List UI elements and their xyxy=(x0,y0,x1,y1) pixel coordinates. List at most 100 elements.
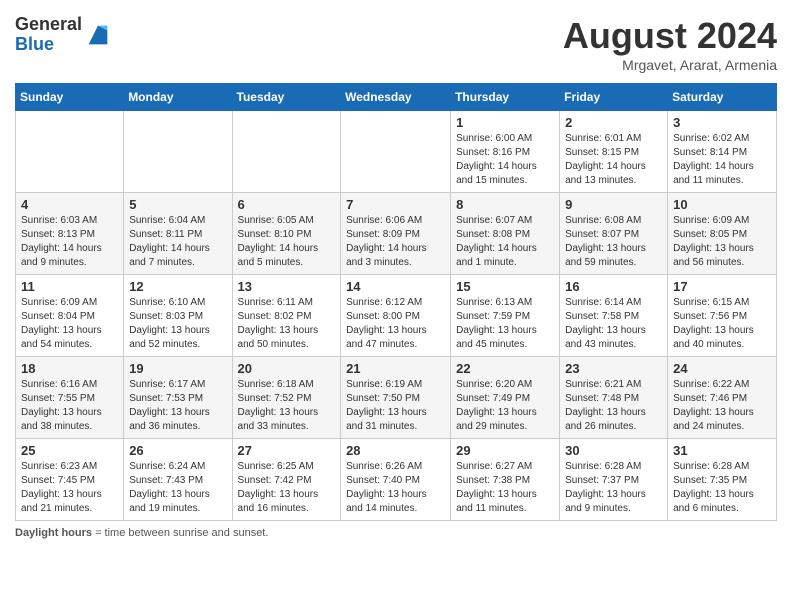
day-info: Sunrise: 6:06 AMSunset: 8:09 PMDaylight:… xyxy=(346,214,445,270)
calendar-week-row: 11Sunrise: 6:09 AMSunset: 8:04 PMDayligh… xyxy=(16,275,777,357)
calendar-cell: 5Sunrise: 6:04 AMSunset: 8:11 PMDaylight… xyxy=(124,193,232,275)
day-number: 15 xyxy=(456,279,554,294)
day-number: 13 xyxy=(238,279,336,294)
day-info: Sunrise: 6:27 AMSunset: 7:38 PMDaylight:… xyxy=(456,460,554,516)
calendar-cell: 18Sunrise: 6:16 AMSunset: 7:55 PMDayligh… xyxy=(16,357,124,439)
calendar-cell: 8 Sunrise: 6:07 AMSunset: 8:08 PMDaylight… xyxy=(451,193,560,275)
day-info: Sunrise: 6:24 AMSunset: 7:43 PMDaylight:… xyxy=(129,460,226,516)
calendar-cell xyxy=(341,111,451,193)
day-number: 21 xyxy=(346,361,445,376)
day-number: 6 xyxy=(238,197,336,212)
calendar-cell: 30 Sunrise: 6:28 AMSunset: 7:37 PMDayligh… xyxy=(560,439,668,521)
day-number: 14 xyxy=(346,279,445,294)
calendar-cell: 11Sunrise: 6:09 AMSunset: 8:04 PMDayligh… xyxy=(16,275,124,357)
day-number: 31 xyxy=(673,443,771,458)
day-info: Sunrise: 6:07 AMSunset: 8:08 PMDaylight:… xyxy=(456,214,554,270)
day-number: 8 xyxy=(456,197,554,212)
day-info: Sunrise: 6:17 AMSunset: 7:53 PMDaylight:… xyxy=(129,378,226,434)
calendar-cell: 21 Sunrise: 6:19 AMSunset: 7:50 PMDayligh… xyxy=(341,357,451,439)
day-number: 7 xyxy=(346,197,445,212)
day-info: Sunrise: 6:10 AMSunset: 8:03 PMDaylight:… xyxy=(129,296,226,352)
calendar-cell xyxy=(232,111,341,193)
calendar-cell: 14 Sunrise: 6:12 AMSunset: 8:00 PMDayligh… xyxy=(341,275,451,357)
logo-general: General xyxy=(15,14,82,34)
calendar-week-row: 4 Sunrise: 6:03 AMSunset: 8:13 PMDaylight… xyxy=(16,193,777,275)
day-info: Sunrise: 6:03 AMSunset: 8:13 PMDaylight:… xyxy=(21,214,118,270)
day-info: Sunrise: 6:12 AMSunset: 8:00 PMDaylight:… xyxy=(346,296,445,352)
calendar-week-row: 25 Sunrise: 6:23 AMSunset: 7:45 PMDayligh… xyxy=(16,439,777,521)
day-number: 11 xyxy=(21,279,118,294)
day-info: Sunrise: 6:21 AMSunset: 7:48 PMDaylight:… xyxy=(565,378,662,434)
day-number: 2 xyxy=(565,115,662,130)
day-info: Sunrise: 6:13 AMSunset: 7:59 PMDaylight:… xyxy=(456,296,554,352)
dow-header: Saturday xyxy=(668,84,777,111)
calendar-cell: 16 Sunrise: 6:14 AMSunset: 7:58 PMDayligh… xyxy=(560,275,668,357)
calendar-table: SundayMondayTuesdayWednesdayThursdayFrid… xyxy=(15,83,777,521)
calendar-cell: 31 Sunrise: 6:28 AMSunset: 7:35 PMDayligh… xyxy=(668,439,777,521)
calendar-cell: 4 Sunrise: 6:03 AMSunset: 8:13 PMDaylight… xyxy=(16,193,124,275)
calendar-cell: 7 Sunrise: 6:06 AMSunset: 8:09 PMDaylight… xyxy=(341,193,451,275)
day-info: Sunrise: 6:02 AMSunset: 8:14 PMDaylight:… xyxy=(673,132,771,188)
day-info: Sunrise: 6:00 AMSunset: 8:16 PMDaylight:… xyxy=(456,132,554,188)
calendar-cell: 13 Sunrise: 6:11 AMSunset: 8:02 PMDayligh… xyxy=(232,275,341,357)
day-info: Sunrise: 6:09 AMSunset: 8:05 PMDaylight:… xyxy=(673,214,771,270)
footer-note: Daylight hours = time between sunrise an… xyxy=(15,527,777,539)
day-info: Sunrise: 6:18 AMSunset: 7:52 PMDaylight:… xyxy=(238,378,336,434)
day-info: Sunrise: 6:15 AMSunset: 7:56 PMDaylight:… xyxy=(673,296,771,352)
calendar-cell: 9Sunrise: 6:08 AMSunset: 8:07 PMDaylight… xyxy=(560,193,668,275)
day-number: 18 xyxy=(21,361,118,376)
day-info: Sunrise: 6:28 AMSunset: 7:37 PMDaylight:… xyxy=(565,460,662,516)
day-info: Sunrise: 6:01 AMSunset: 8:15 PMDaylight:… xyxy=(565,132,662,188)
calendar-cell: 29Sunrise: 6:27 AMSunset: 7:38 PMDayligh… xyxy=(451,439,560,521)
calendar-cell: 15 Sunrise: 6:13 AMSunset: 7:59 PMDayligh… xyxy=(451,275,560,357)
day-info: Sunrise: 6:11 AMSunset: 8:02 PMDaylight:… xyxy=(238,296,336,352)
day-info: Sunrise: 6:22 AMSunset: 7:46 PMDaylight:… xyxy=(673,378,771,434)
day-info: Sunrise: 6:28 AMSunset: 7:35 PMDaylight:… xyxy=(673,460,771,516)
dow-header: Tuesday xyxy=(232,84,341,111)
day-number: 1 xyxy=(456,115,554,130)
day-info: Sunrise: 6:26 AMSunset: 7:40 PMDaylight:… xyxy=(346,460,445,516)
calendar-cell xyxy=(16,111,124,193)
day-number: 27 xyxy=(238,443,336,458)
dow-header: Friday xyxy=(560,84,668,111)
day-number: 23 xyxy=(565,361,662,376)
day-number: 9 xyxy=(565,197,662,212)
day-number: 3 xyxy=(673,115,771,130)
calendar-cell: 20 Sunrise: 6:18 AMSunset: 7:52 PMDayligh… xyxy=(232,357,341,439)
day-number: 20 xyxy=(238,361,336,376)
day-number: 25 xyxy=(21,443,118,458)
calendar-cell: 6 Sunrise: 6:05 AMSunset: 8:10 PMDaylight… xyxy=(232,193,341,275)
day-number: 22 xyxy=(456,361,554,376)
days-of-week-row: SundayMondayTuesdayWednesdayThursdayFrid… xyxy=(16,84,777,111)
calendar-cell: 25 Sunrise: 6:23 AMSunset: 7:45 PMDayligh… xyxy=(16,439,124,521)
dow-header: Monday xyxy=(124,84,232,111)
day-number: 30 xyxy=(565,443,662,458)
day-number: 24 xyxy=(673,361,771,376)
page-header: General Blue August 2024 Mrgavet, Ararat… xyxy=(15,15,777,73)
calendar-cell: 24 Sunrise: 6:22 AMSunset: 7:46 PMDayligh… xyxy=(668,357,777,439)
calendar-cell: 17Sunrise: 6:15 AMSunset: 7:56 PMDayligh… xyxy=(668,275,777,357)
calendar-week-row: 18Sunrise: 6:16 AMSunset: 7:55 PMDayligh… xyxy=(16,357,777,439)
calendar-cell: 10 Sunrise: 6:09 AMSunset: 8:05 PMDayligh… xyxy=(668,193,777,275)
day-info: Sunrise: 6:25 AMSunset: 7:42 PMDaylight:… xyxy=(238,460,336,516)
day-number: 10 xyxy=(673,197,771,212)
day-number: 19 xyxy=(129,361,226,376)
calendar-cell: 23 Sunrise: 6:21 AMSunset: 7:48 PMDayligh… xyxy=(560,357,668,439)
calendar-cell: 2 Sunrise: 6:01 AMSunset: 8:15 PMDaylight… xyxy=(560,111,668,193)
day-info: Sunrise: 6:23 AMSunset: 7:45 PMDaylight:… xyxy=(21,460,118,516)
day-number: 16 xyxy=(565,279,662,294)
location-subtitle: Mrgavet, Ararat, Armenia xyxy=(563,57,777,73)
calendar-cell: 1 Sunrise: 6:00 AMSunset: 8:16 PMDaylight… xyxy=(451,111,560,193)
title-block: August 2024 Mrgavet, Ararat, Armenia xyxy=(563,15,777,73)
daylight-label: Daylight hours xyxy=(15,527,92,539)
dow-header: Thursday xyxy=(451,84,560,111)
day-info: Sunrise: 6:19 AMSunset: 7:50 PMDaylight:… xyxy=(346,378,445,434)
calendar-cell: 27 Sunrise: 6:25 AMSunset: 7:42 PMDayligh… xyxy=(232,439,341,521)
logo-icon xyxy=(84,21,112,49)
day-number: 26 xyxy=(129,443,226,458)
day-number: 4 xyxy=(21,197,118,212)
month-title: August 2024 xyxy=(563,15,777,57)
day-info: Sunrise: 6:14 AMSunset: 7:58 PMDaylight:… xyxy=(565,296,662,352)
day-number: 28 xyxy=(346,443,445,458)
day-info: Sunrise: 6:05 AMSunset: 8:10 PMDaylight:… xyxy=(238,214,336,270)
